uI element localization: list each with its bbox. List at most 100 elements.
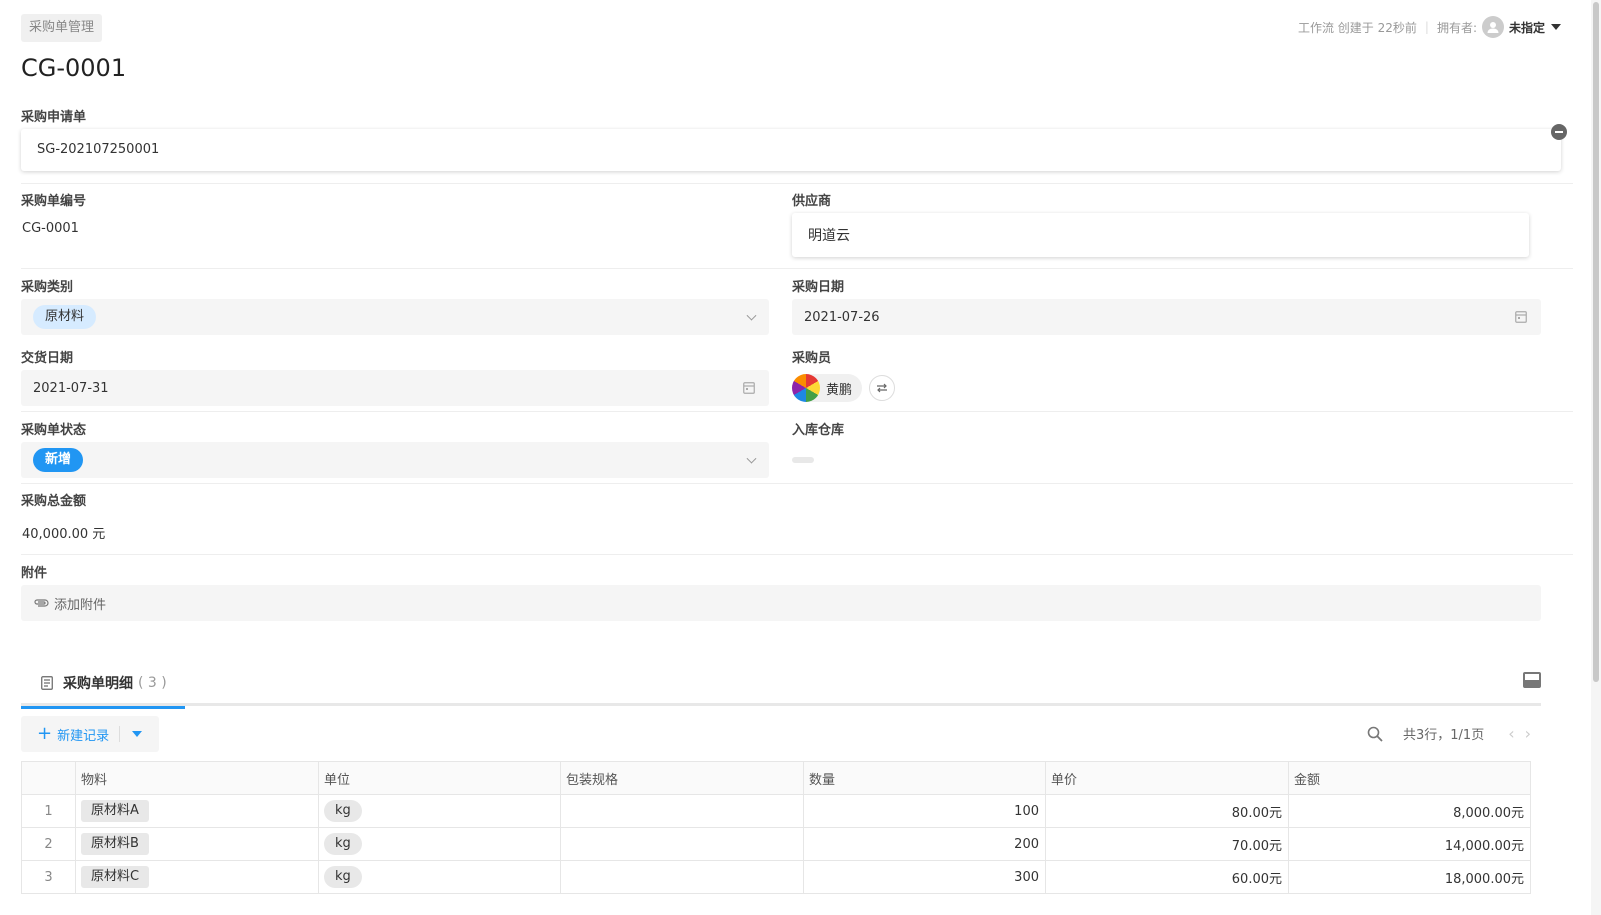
material-cell[interactable]: 原材料C	[75, 860, 319, 894]
column-header[interactable]: 单价	[1045, 761, 1289, 795]
qty-cell[interactable]: 200	[803, 827, 1046, 861]
remove-link-icon[interactable]	[1551, 124, 1567, 140]
paperclip-icon	[34, 599, 49, 607]
tab-purchase-details[interactable]: 采购单明细 ( 3 )	[21, 660, 185, 709]
total-value: 40,000.00 元	[22, 527, 106, 542]
unit-tag: kg	[324, 800, 362, 822]
top-bar: 采购单管理 工作流 创建于 22秒前 | 拥有者: 未指定	[0, 0, 1601, 50]
new-record-group: + 新建记录	[21, 716, 159, 752]
status-select[interactable]: 新增	[21, 442, 769, 478]
order-no-value: CG-0001	[22, 221, 79, 236]
tab-label: 采购单明细	[63, 676, 133, 692]
search-icon[interactable]	[1367, 726, 1383, 742]
unit-tag: kg	[324, 866, 362, 888]
table-row[interactable]: 3 原材料C kg 300 60.00元 18,000.00元	[21, 860, 1531, 894]
add-attachment-label: 添加附件	[54, 597, 107, 613]
pager-arrows[interactable]: ‹›	[1508, 724, 1541, 743]
price-cell[interactable]: 80.00元	[1045, 794, 1289, 828]
avatar	[792, 374, 820, 402]
buyer-chip[interactable]: 黄鹏	[792, 374, 863, 402]
column-header[interactable]: 金额	[1288, 761, 1531, 795]
new-record-label: 新建记录	[57, 728, 110, 744]
order-no-label: 采购单编号	[21, 194, 87, 209]
column-header[interactable]: 物料	[75, 761, 319, 795]
tab-count: ( 3 )	[138, 675, 167, 691]
created-info: 工作流 创建于 22秒前	[1297, 20, 1417, 35]
column-header[interactable]: 包装规格	[560, 761, 804, 795]
material-tag: 原材料C	[81, 866, 150, 888]
unit-cell[interactable]: kg	[318, 860, 561, 894]
material-tag: 原材料A	[81, 800, 149, 822]
purchase-request-card[interactable]: SG-202107250001	[21, 129, 1561, 171]
attachment-label: 附件	[21, 566, 48, 581]
table-row[interactable]: 2 原材料B kg 200 70.00元 14,000.00元	[21, 827, 1531, 861]
row-index: 3	[21, 860, 76, 894]
swap-icon	[877, 383, 887, 393]
supplier-label: 供应商	[792, 194, 832, 209]
pager-text: 共3行，1/1页	[1403, 728, 1485, 743]
status-label: 采购单状态	[21, 423, 87, 438]
owner-dropdown-icon[interactable]	[1551, 24, 1561, 30]
material-cell[interactable]: 原材料A	[75, 794, 319, 828]
amount-cell[interactable]: 8,000.00元	[1288, 794, 1531, 828]
new-record-dropdown-icon[interactable]	[132, 731, 143, 737]
delivery-date-input[interactable]: 2021-07-31	[21, 370, 769, 406]
breadcrumb[interactable]: 采购单管理	[21, 14, 103, 42]
swap-user-button[interactable]	[869, 375, 895, 401]
material-cell[interactable]: 原材料B	[75, 827, 319, 861]
owner-name[interactable]: 未指定	[1509, 19, 1545, 36]
unit-cell[interactable]: kg	[318, 827, 561, 861]
document-list-icon	[41, 676, 53, 690]
detail-tab-bar: 采购单明细 ( 3 )	[21, 660, 1541, 709]
category-select[interactable]: 原材料	[21, 299, 769, 335]
column-header[interactable]: 单位	[318, 761, 561, 795]
amount-cell[interactable]: 18,000.00元	[1288, 860, 1531, 894]
status-badge: 新增	[33, 448, 84, 472]
page-scrollbar[interactable]	[1591, 0, 1601, 915]
price-cell[interactable]: 60.00元	[1045, 860, 1289, 894]
plus-icon: +	[37, 723, 53, 744]
spec-cell[interactable]	[560, 860, 804, 894]
column-header[interactable]: 数量	[803, 761, 1046, 795]
supplier-value: 明道云	[808, 228, 850, 244]
new-record-button[interactable]: + 新建记录	[21, 716, 109, 752]
category-label: 采购类别	[21, 280, 74, 295]
table-header-row: 物料 单位 包装规格 数量 单价 金额	[21, 761, 1531, 795]
divider	[21, 483, 1573, 484]
qty-cell[interactable]: 100	[803, 794, 1046, 828]
record-meta: 工作流 创建于 22秒前 | 拥有者: 未指定	[1298, 14, 1561, 40]
calendar-icon	[1515, 311, 1527, 323]
divider	[21, 183, 1573, 184]
pager: 共3行，1/1页 ‹›	[1367, 724, 1541, 743]
unit-cell[interactable]: kg	[318, 794, 561, 828]
purchase-date-input[interactable]: 2021-07-26	[792, 299, 1541, 335]
spec-cell[interactable]	[560, 794, 804, 828]
divider	[21, 268, 1573, 269]
divider	[119, 726, 121, 742]
layout-toggle-icon[interactable]	[1523, 672, 1541, 688]
chevron-down-icon	[746, 310, 757, 321]
price-cell[interactable]: 70.00元	[1045, 827, 1289, 861]
detail-table: 物料 单位 包装规格 数量 单价 金额 1 原材料A kg 100 80.00元…	[21, 761, 1531, 894]
owner-avatar-icon[interactable]	[1481, 16, 1504, 38]
amount-cell[interactable]: 14,000.00元	[1288, 827, 1531, 861]
warehouse-label: 入库仓库	[792, 423, 845, 438]
spec-cell[interactable]	[560, 827, 804, 861]
qty-cell[interactable]: 300	[803, 860, 1046, 894]
delivery-date-value: 2021-07-31	[33, 380, 109, 396]
supplier-card[interactable]: 明道云	[792, 213, 1529, 257]
unit-tag: kg	[324, 833, 362, 855]
row-index: 1	[21, 794, 76, 828]
record-title: CG-0001	[21, 54, 127, 82]
chevron-down-icon	[746, 453, 757, 464]
delivery-date-label: 交货日期	[21, 351, 74, 366]
buyer-name: 黄鹏	[826, 382, 853, 398]
meta-divider: |	[1424, 20, 1429, 34]
material-tag: 原材料B	[81, 833, 149, 855]
table-row[interactable]: 1 原材料A kg 100 80.00元 8,000.00元	[21, 794, 1531, 828]
warehouse-empty[interactable]	[792, 457, 814, 463]
add-attachment-button[interactable]: 添加附件	[21, 585, 1541, 621]
owner-label: 拥有者:	[1436, 20, 1477, 35]
divider	[21, 411, 1573, 412]
category-tag: 原材料	[33, 305, 97, 329]
